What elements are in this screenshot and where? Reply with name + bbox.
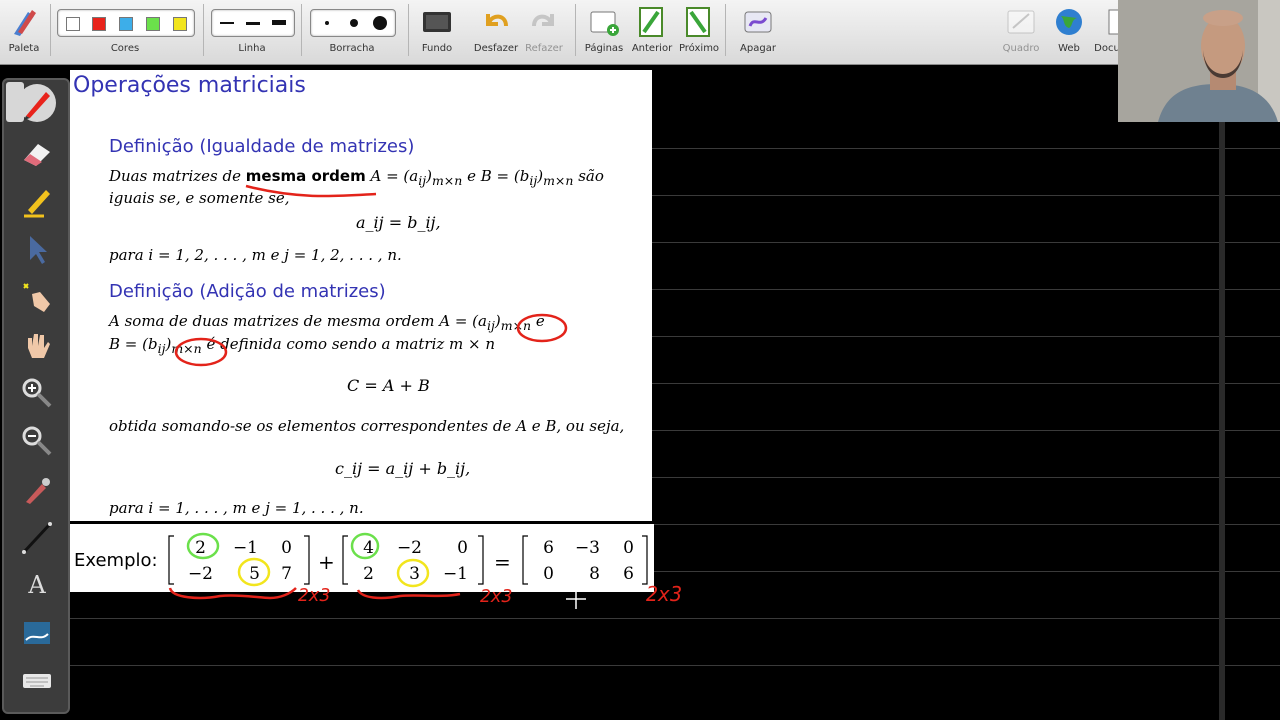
- eraser-size-picker[interactable]: [310, 9, 396, 37]
- eraser-label: Borracha: [329, 43, 375, 54]
- redo-label: Refazer: [525, 43, 563, 54]
- line-width-picker[interactable]: [211, 9, 295, 37]
- web-globe-icon[interactable]: [1053, 6, 1085, 38]
- web-label: Web: [1058, 43, 1080, 54]
- webcam-video: [1118, 0, 1280, 122]
- color-red-swatch[interactable]: [92, 17, 106, 31]
- line-thin-option[interactable]: [220, 22, 234, 24]
- eraser-small-option[interactable]: [325, 21, 329, 25]
- matrix-a-dimension-note: 2x3: [298, 585, 331, 606]
- slide-image: Operações matriciais Definição (Igualdad…: [70, 70, 652, 521]
- line-thick-option[interactable]: [272, 20, 286, 25]
- clear-label: Apagar: [740, 43, 776, 54]
- pen-tool-icon[interactable]: [18, 84, 56, 122]
- previous-page-icon[interactable]: [636, 6, 668, 38]
- left-toolbar: A: [2, 78, 70, 714]
- line-label: Linha: [238, 43, 266, 54]
- example-strip: Exemplo: 2 −1 0 −2 5 7 + 4 −2 0 2 3 −1 =…: [70, 524, 654, 592]
- example-ink-circles: [186, 532, 430, 588]
- laser-hand-tool-icon[interactable]: [18, 278, 56, 316]
- undo-label: Desfazer: [473, 43, 519, 54]
- capture-tool-icon[interactable]: [18, 614, 56, 652]
- background-label: Fundo: [421, 43, 453, 54]
- document-label: Docu: [1094, 43, 1120, 54]
- highlighter-tool-icon[interactable]: [18, 182, 56, 220]
- pointer-tool-icon[interactable]: [18, 230, 56, 268]
- pages-icon[interactable]: [588, 6, 620, 38]
- colors-label: Cores: [110, 43, 140, 54]
- eraser-tool-icon[interactable]: [18, 134, 56, 172]
- crosshair-cursor-icon: [566, 589, 586, 609]
- text-tool-icon[interactable]: A: [18, 566, 56, 604]
- color-yellow-swatch[interactable]: [173, 17, 187, 31]
- eraser-medium-option[interactable]: [350, 19, 358, 27]
- undo-icon[interactable]: [480, 6, 512, 38]
- color-blue-swatch[interactable]: [119, 17, 133, 31]
- clear-page-icon[interactable]: [742, 6, 774, 38]
- whiteboard-label: Quadro: [1002, 43, 1040, 54]
- color-white-swatch[interactable]: [66, 17, 80, 31]
- hand-pan-tool-icon[interactable]: [18, 326, 56, 364]
- next-page-icon[interactable]: [683, 6, 715, 38]
- redo-icon[interactable]: [528, 6, 560, 38]
- color-picker[interactable]: [57, 9, 195, 37]
- document-icon[interactable]: [1101, 6, 1118, 38]
- previous-label: Anterior: [631, 43, 673, 54]
- eyedropper-tool-icon[interactable]: [18, 470, 56, 508]
- zoom-out-icon[interactable]: [18, 422, 56, 460]
- palette-icon[interactable]: [8, 6, 40, 38]
- line-medium-option[interactable]: [246, 22, 260, 25]
- zoom-in-icon[interactable]: [18, 374, 56, 412]
- pages-label: Páginas: [584, 43, 624, 54]
- board-divider: [1219, 122, 1225, 720]
- matrix-c-dimension-note: 2x3: [646, 582, 683, 606]
- keyboard-icon[interactable]: [18, 662, 56, 700]
- eraser-large-option[interactable]: [373, 16, 387, 30]
- ruled-line: [70, 665, 1280, 666]
- ruled-line: [70, 618, 1280, 619]
- line-tool-icon[interactable]: [18, 518, 56, 556]
- next-label: Próximo: [678, 43, 720, 54]
- color-green-swatch[interactable]: [146, 17, 160, 31]
- slide-ink-annotations: [174, 184, 568, 367]
- matrix-b-dimension-note: 2x3: [480, 586, 513, 607]
- top-toolbar: Paleta Cores Linha Borracha Fundo Desfaz…: [0, 0, 1280, 65]
- palette-label: Paleta: [8, 43, 40, 54]
- dimension-braces: [168, 587, 461, 600]
- whiteboard-icon[interactable]: [1005, 6, 1037, 38]
- background-icon[interactable]: [421, 6, 453, 38]
